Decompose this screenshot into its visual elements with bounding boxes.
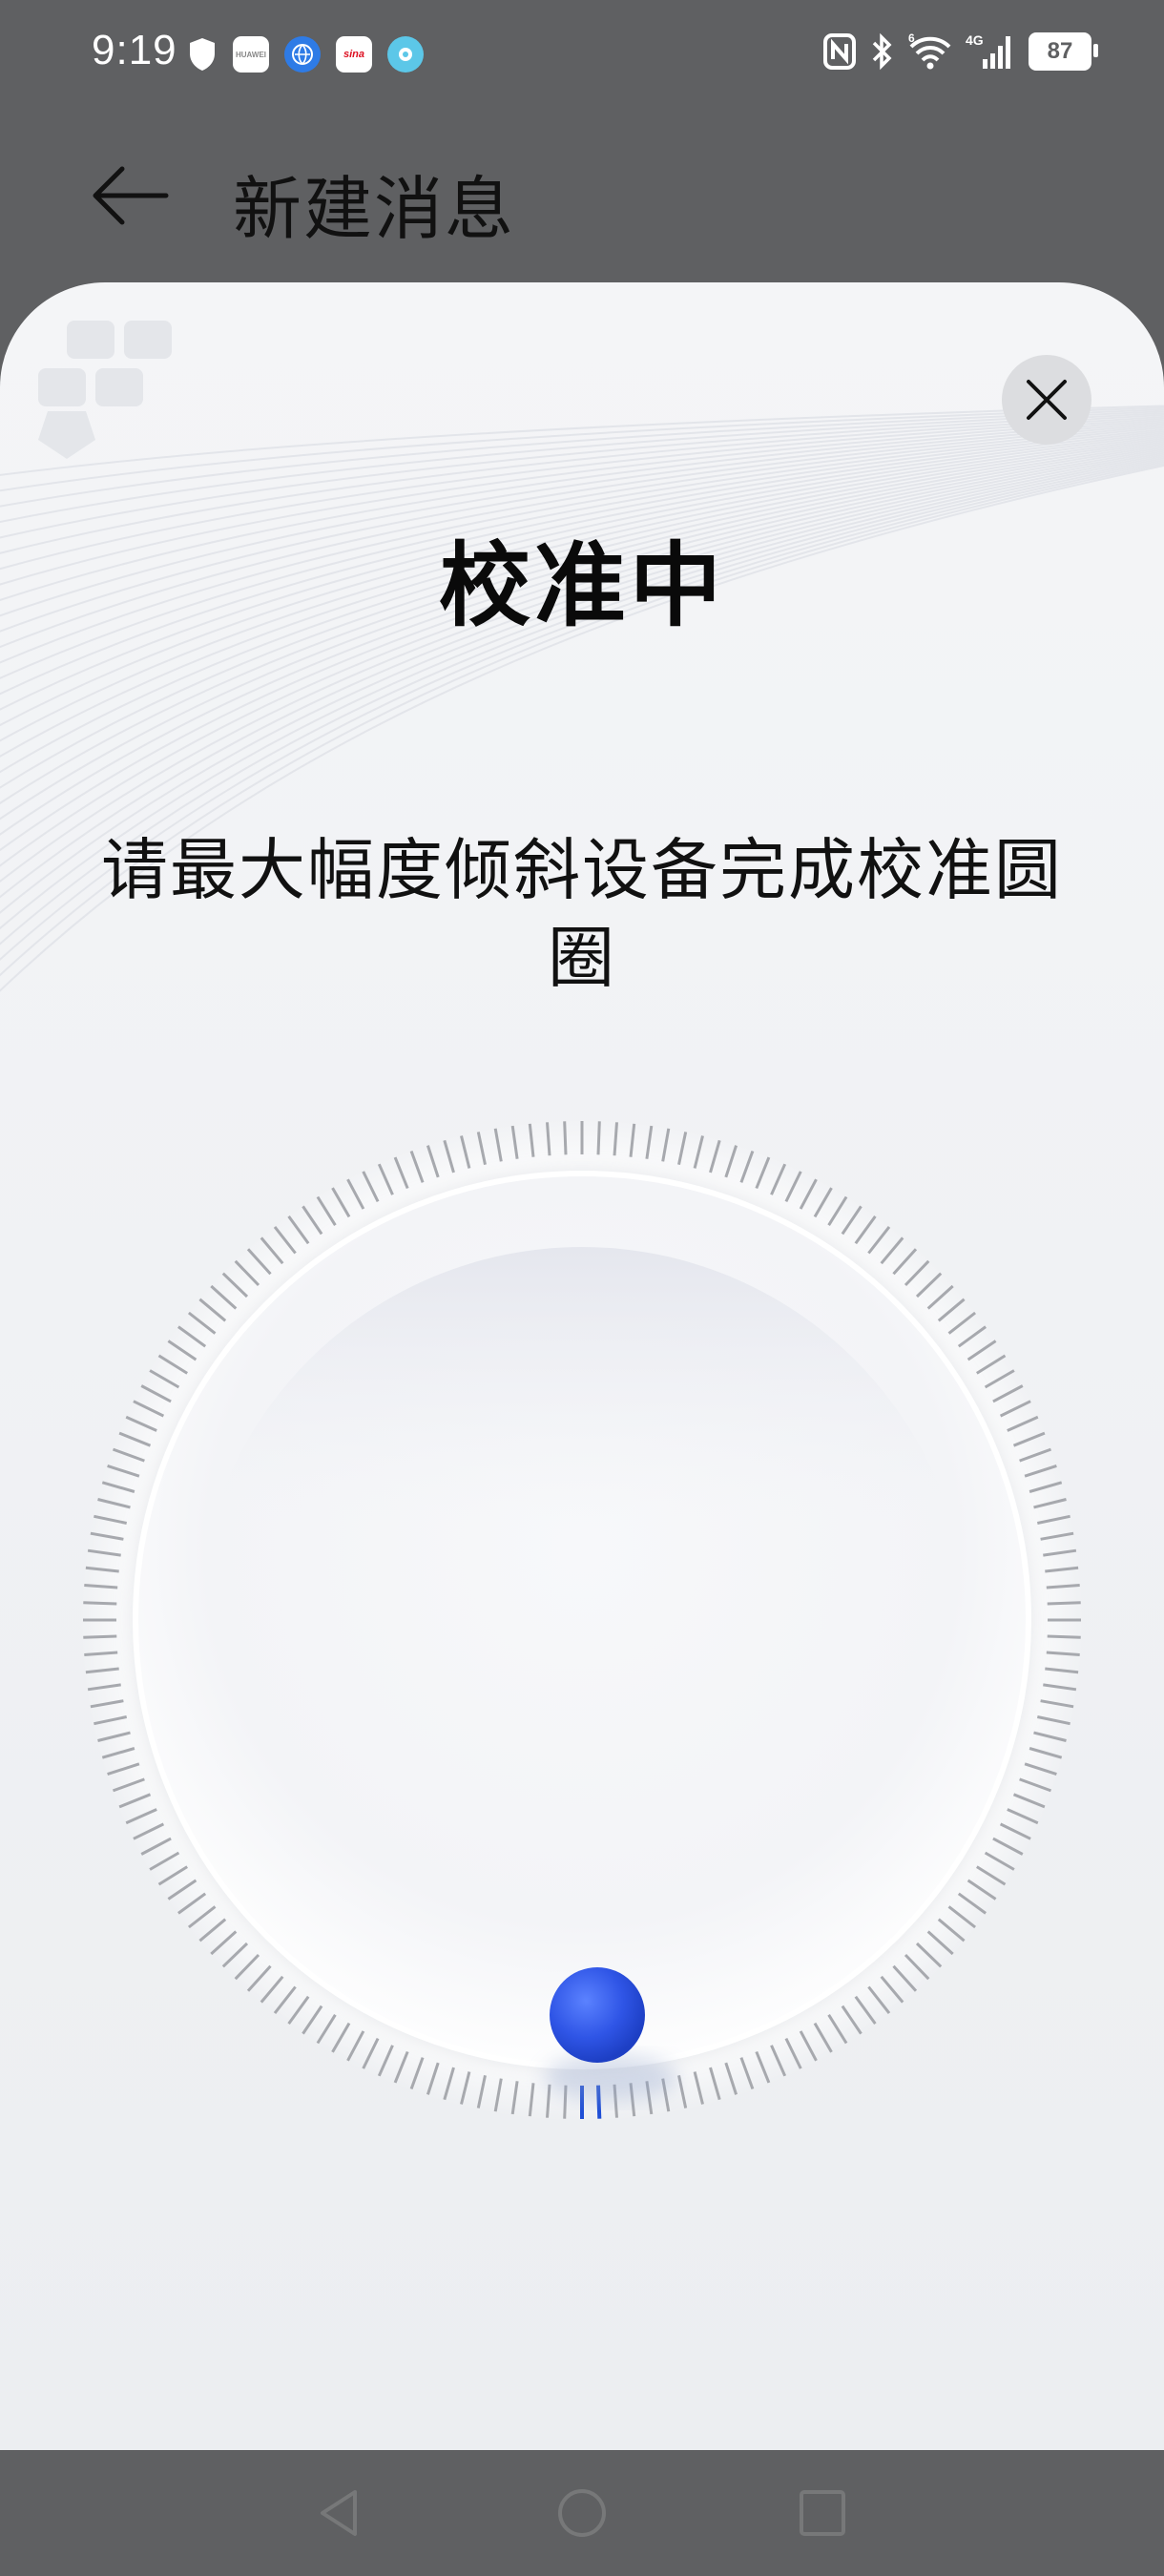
dial-tick xyxy=(596,1121,601,1155)
close-icon xyxy=(1027,380,1067,420)
nav-recents-button[interactable] xyxy=(794,2484,851,2542)
back-nav-icon xyxy=(321,2490,357,2536)
calibration-instruction: 请最大幅度倾斜设备完成校准圆圈 xyxy=(101,831,1063,997)
system-status-icons: 6 4G 87 xyxy=(822,32,1098,71)
shield-icon xyxy=(190,38,215,71)
page-title: 新建消息 xyxy=(233,169,516,249)
network-type: 4G xyxy=(966,32,984,48)
calibration-dial xyxy=(80,1118,1084,2122)
bluetooth-icon xyxy=(872,32,892,71)
status-time: 9:19 xyxy=(92,27,177,73)
huawei-app-icon: HUAWEI xyxy=(233,36,269,73)
nav-back-button[interactable] xyxy=(311,2484,368,2542)
dial-tick xyxy=(1047,1634,1081,1639)
status-bar: 9:19 HUAWEI sina 6 4G 87 xyxy=(0,0,1164,114)
back-button[interactable] xyxy=(88,153,174,239)
dial-tick xyxy=(83,1601,117,1606)
nfc-icon xyxy=(823,33,856,70)
signal-icon: 4G xyxy=(966,32,1010,69)
browser-app-icon xyxy=(284,36,321,73)
battery-level: 87 xyxy=(1047,38,1073,64)
dial-tick xyxy=(1047,1601,1081,1606)
notification-icons: HUAWEI sina xyxy=(187,36,424,73)
calibration-sheet: 校准中 请最大幅度倾斜设备完成校准圆圈 xyxy=(0,282,1164,2450)
assistant-app-icon xyxy=(387,36,424,73)
dial-tick xyxy=(563,1121,568,1155)
calibration-title: 校准中 xyxy=(439,532,725,639)
dial-tick xyxy=(83,1634,117,1639)
sina-app-icon: sina xyxy=(336,36,372,73)
wifi-icon: 6 xyxy=(908,33,951,70)
tilt-indicator xyxy=(550,1967,645,2063)
wifi-badge: 6 xyxy=(908,33,915,45)
nav-home-button[interactable] xyxy=(553,2484,611,2542)
navigation-bar xyxy=(0,2450,1164,2576)
arrow-left-icon xyxy=(93,166,169,225)
recents-nav-icon xyxy=(800,2490,845,2536)
close-button[interactable] xyxy=(1002,355,1091,445)
app-header: 新建消息 xyxy=(0,114,1164,286)
home-nav-icon xyxy=(558,2489,606,2537)
battery-icon: 87 xyxy=(1029,32,1098,71)
